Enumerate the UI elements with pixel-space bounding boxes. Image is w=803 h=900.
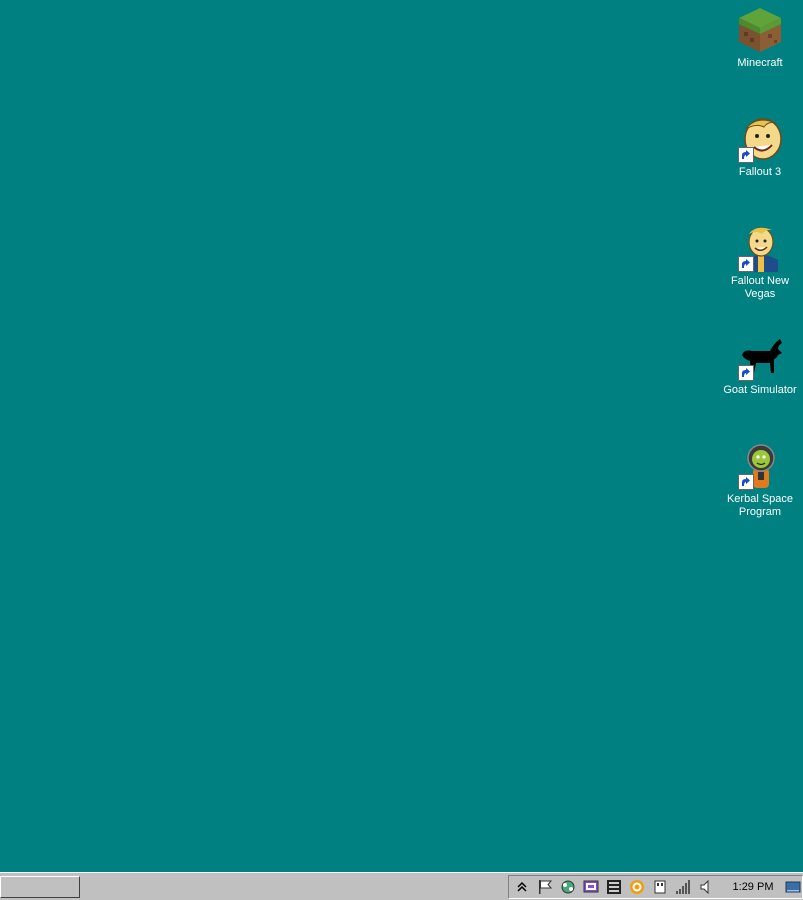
usb-device-icon[interactable] bbox=[650, 877, 670, 897]
display-settings-icon[interactable] bbox=[581, 877, 601, 897]
volume-speaker-icon[interactable] bbox=[696, 877, 716, 897]
show-hidden-icons-chevron[interactable] bbox=[512, 877, 532, 897]
desktop-icon-fallout-new-vegas[interactable]: Fallout New Vegas bbox=[722, 224, 798, 314]
desktop-icon-fallout-3[interactable]: Fallout 3 bbox=[722, 115, 798, 205]
action-center-flag-icon[interactable] bbox=[535, 877, 555, 897]
minecraft-grass-block-icon bbox=[736, 6, 784, 54]
desktop[interactable]: Minecraft Fallout 3 Fallout New Vegas Go… bbox=[0, 0, 803, 872]
desktop-icon-goat-simulator[interactable]: Goat Simulator bbox=[722, 333, 798, 423]
steam-network-icon[interactable] bbox=[558, 877, 578, 897]
orange-circle-app-icon[interactable] bbox=[627, 877, 647, 897]
taskbar-clock[interactable]: 1:29 PM bbox=[728, 881, 778, 893]
shortcut-arrow-icon bbox=[738, 147, 754, 163]
film-strip-icon[interactable] bbox=[604, 877, 624, 897]
desktop-icon-label: Fallout New Vegas bbox=[730, 275, 790, 300]
desktop-icon-label: Kerbal Space Program bbox=[726, 493, 794, 518]
desktop-icon-label: Goat Simulator bbox=[723, 384, 797, 396]
show-desktop-icon[interactable] bbox=[784, 878, 802, 896]
desktop-icon-label: Minecraft bbox=[737, 57, 783, 69]
taskbar: 1:29 PM bbox=[0, 872, 803, 900]
vault-boy-icon bbox=[736, 115, 784, 163]
vault-boy-jacket-icon bbox=[736, 224, 784, 272]
network-signal-icon[interactable] bbox=[673, 877, 693, 897]
desktop-icon-kerbal-space-program[interactable]: Kerbal Space Program bbox=[722, 442, 798, 532]
shortcut-arrow-icon bbox=[738, 474, 754, 490]
kerbal-astronaut-icon bbox=[736, 442, 784, 490]
goat-silhouette-icon bbox=[736, 333, 784, 381]
start-button[interactable] bbox=[0, 876, 80, 898]
desktop-icon-minecraft[interactable]: Minecraft bbox=[722, 6, 798, 96]
desktop-icon-label: Fallout 3 bbox=[738, 166, 782, 178]
shortcut-arrow-icon bbox=[738, 365, 754, 381]
system-tray: 1:29 PM bbox=[508, 875, 803, 899]
shortcut-arrow-icon bbox=[738, 256, 754, 272]
